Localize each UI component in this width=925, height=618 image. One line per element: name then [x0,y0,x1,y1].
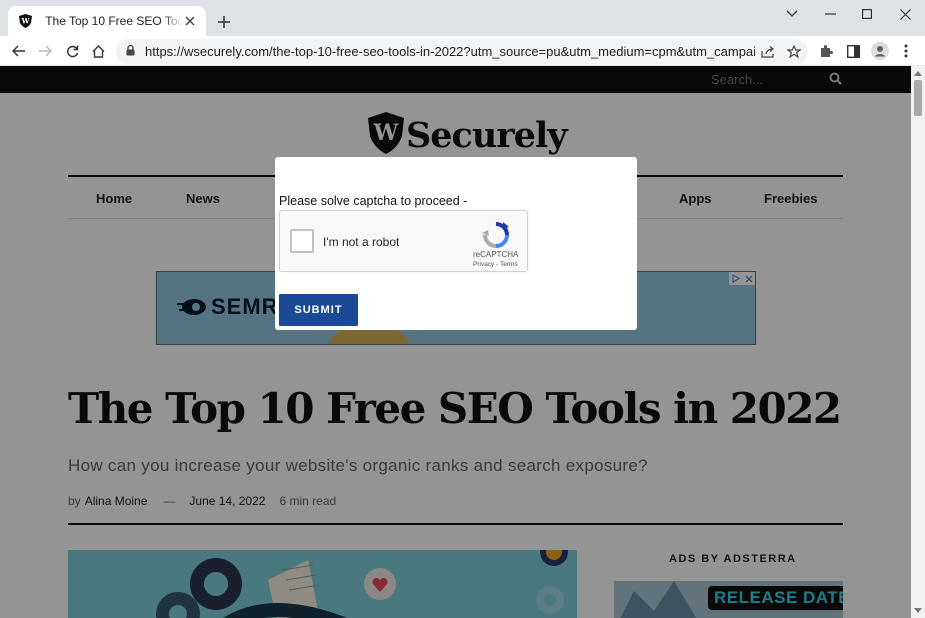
forward-arrow-icon[interactable] [35,41,55,61]
submit-button[interactable]: SUBMIT [279,294,358,326]
tab-strip: W The Top 10 Free SEO Tools in 2022 [0,0,925,36]
share-icon[interactable] [758,42,778,62]
modal-backdrop[interactable] [0,66,911,618]
profile-avatar-icon[interactable] [870,41,890,61]
recaptcha-label: I'm not a robot [323,235,400,249]
minimize-icon[interactable] [817,4,843,24]
recaptcha-checkbox[interactable] [290,229,314,253]
close-window-icon[interactable] [892,4,918,24]
side-panel-icon[interactable] [843,41,863,61]
browser-menu-icon[interactable] [896,41,916,61]
web-page: Search... W Securely Home News Apps Free… [0,66,911,618]
page-scrollbar[interactable] [911,66,925,618]
address-bar[interactable]: https://wsecurely.com/the-top-10-free-se… [116,39,808,64]
extensions-puzzle-icon[interactable] [816,41,836,61]
reload-icon[interactable] [62,41,82,61]
back-arrow-icon[interactable] [9,41,29,61]
svg-text:W: W [21,17,30,26]
new-tab-icon[interactable] [214,12,234,32]
browser-tab[interactable]: W The Top 10 Free SEO Tools in 2022 [8,6,206,36]
recaptcha-links[interactable]: Privacy - Terms [473,261,518,268]
close-tab-icon[interactable] [183,13,198,29]
recaptcha-logo-icon [482,221,510,249]
tab-search-chevron-icon[interactable] [779,4,805,24]
scroll-down-icon[interactable] [914,606,922,614]
url-text[interactable]: https://wsecurely.com/the-top-10-free-se… [145,44,755,59]
site-favicon-icon: W [18,13,33,29]
bookmark-star-icon[interactable] [784,42,804,62]
recaptcha-brand: reCAPTCHA [473,250,519,259]
scroll-thumb[interactable] [914,80,922,116]
tab-title: The Top 10 Free SEO Tools in 2022 [45,14,183,28]
recaptcha-widget: I'm not a robot reCAPTCHA Privacy - Term… [279,210,528,272]
maximize-icon[interactable] [854,4,880,24]
home-icon[interactable] [88,41,108,61]
captcha-modal: Please solve captcha to proceed - I'm no… [275,157,637,330]
browser-toolbar: https://wsecurely.com/the-top-10-free-se… [0,36,925,66]
lock-icon[interactable] [126,43,135,61]
scroll-up-icon[interactable] [914,69,922,77]
captcha-prompt: Please solve captcha to proceed - [279,194,468,208]
